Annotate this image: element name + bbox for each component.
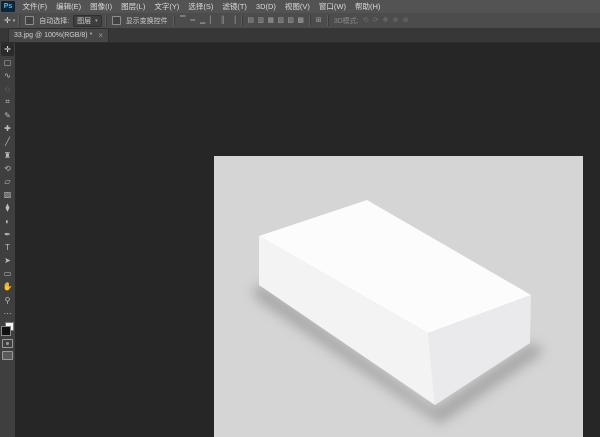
foreground-color-swatch[interactable] [1, 326, 11, 336]
edit-toolbar-button[interactable]: ⋯ [1, 307, 14, 320]
box-mockup-image [214, 156, 583, 437]
menu-image[interactable]: 图像(I) [86, 0, 117, 13]
document-canvas[interactable] [214, 156, 583, 437]
blur-tool[interactable]: ⧫ [1, 201, 14, 214]
eyedropper-tool[interactable]: ✎ [1, 109, 14, 122]
menu-type[interactable]: 文字(Y) [150, 0, 184, 13]
quick-selection-tool[interactable]: ◌ [1, 83, 14, 96]
lasso-tool[interactable]: ∿ [1, 69, 14, 82]
color-swatches[interactable] [1, 322, 14, 336]
3d-scale-icon[interactable]: ⊗ [401, 14, 411, 27]
gradient-tool[interactable]: ▧ [1, 188, 14, 201]
separator [327, 15, 329, 26]
menu-view[interactable]: 视图(V) [280, 0, 314, 13]
distribute-top-edges-icon[interactable]: ▤ [246, 14, 256, 27]
align-left-edges-icon[interactable]: ▏ [208, 14, 218, 27]
auto-align-layers-icon[interactable]: ⊞ [314, 14, 324, 27]
separator [241, 15, 243, 26]
auto-select-label: 自动选择: [39, 16, 69, 26]
menu-select[interactable]: 选择(S) [184, 0, 218, 13]
show-transform-checkbox[interactable] [112, 16, 121, 25]
photoshop-window: Ps 文件(F) 编辑(E) 图像(I) 图层(L) 文字(Y) 选择(S) 滤… [0, 0, 600, 437]
tool-options-bar: ✛ ▾ 自动选择: 图层 ▾ 显示变换控件 ▔ ═ ▁ ▏ ║ ▕ ▤ ▥ ▦ … [0, 13, 600, 28]
history-brush-tool[interactable]: ⟲ [1, 162, 14, 175]
photoshop-logo: Ps [1, 1, 15, 12]
type-tool[interactable]: T [1, 241, 14, 254]
dodge-tool[interactable]: ◐ [1, 214, 14, 227]
rectangle-tool[interactable]: ▭ [1, 267, 14, 280]
menu-window[interactable]: 窗口(W) [314, 0, 350, 13]
menu-3d[interactable]: 3D(D) [251, 0, 280, 13]
crop-tool[interactable]: ⌗ [1, 96, 14, 109]
active-tool-badge[interactable]: ✛ ▾ [4, 16, 15, 25]
workspace [15, 43, 600, 437]
separator [309, 15, 311, 26]
auto-select-value: 图层 [77, 16, 91, 26]
zoom-tool[interactable]: ⚲ [1, 294, 14, 307]
auto-select-dropdown[interactable]: 图层 ▾ [73, 15, 102, 27]
3d-roll-icon[interactable]: ⟳ [371, 14, 381, 27]
brush-tool[interactable]: ╱ [1, 135, 14, 148]
align-horizontal-centers-icon[interactable]: ║ [218, 14, 228, 27]
menu-layer[interactable]: 图层(L) [117, 0, 150, 13]
eraser-tool[interactable]: ▱ [1, 175, 14, 188]
align-top-edges-icon[interactable]: ▔ [178, 14, 188, 27]
auto-select-checkbox[interactable] [25, 16, 34, 25]
menu-help[interactable]: 帮助(H) [351, 0, 385, 13]
quick-mask-button[interactable] [2, 339, 13, 348]
tools-panel: ✛ ▢ ∿ ◌ ⌗ ✎ ✚ ╱ ♜ ⟲ ▱ ▧ ⧫ ◐ ✒ T ➤ ▭ ✋ ⚲ … [0, 43, 15, 437]
align-right-edges-icon[interactable]: ▕ [228, 14, 238, 27]
chevron-down-icon: ▾ [95, 18, 98, 24]
show-transform-label: 显示变换控件 [126, 16, 168, 26]
menu-bar: Ps 文件(F) 编辑(E) 图像(I) 图层(L) 文字(Y) 选择(S) 滤… [0, 0, 600, 13]
clone-stamp-tool[interactable]: ♜ [1, 149, 14, 162]
3d-rotate-icon[interactable]: ⟲ [361, 14, 371, 27]
distribute-left-edges-icon[interactable]: ▧ [276, 14, 286, 27]
move-tool[interactable]: ✛ [1, 43, 14, 56]
screen-mode-button[interactable] [2, 351, 13, 360]
close-icon[interactable]: × [98, 31, 103, 40]
chevron-down-icon: ▾ [13, 18, 16, 24]
move-tool-icon: ✛ [4, 16, 11, 25]
path-selection-tool[interactable]: ➤ [1, 254, 14, 267]
hand-tool[interactable]: ✋ [1, 280, 14, 293]
separator [18, 15, 20, 26]
3d-pan-icon[interactable]: ✥ [381, 14, 391, 27]
distribute-right-edges-icon[interactable]: ▩ [296, 14, 306, 27]
menu-edit[interactable]: 编辑(E) [52, 0, 86, 13]
rectangular-marquee-tool[interactable]: ▢ [1, 56, 14, 69]
separator [105, 15, 107, 26]
distribute-bottom-edges-icon[interactable]: ▦ [266, 14, 276, 27]
3d-slide-icon[interactable]: ⊕ [391, 14, 401, 27]
pen-tool[interactable]: ✒ [1, 228, 14, 241]
menu-file[interactable]: 文件(F) [18, 0, 52, 13]
distribute-vertical-centers-icon[interactable]: ▥ [256, 14, 266, 27]
separator [173, 15, 175, 26]
document-tab-title: 33.jpg @ 100%(RGB/8) * [14, 32, 92, 39]
align-bottom-edges-icon[interactable]: ▁ [198, 14, 208, 27]
align-vertical-centers-icon[interactable]: ═ [188, 14, 198, 27]
spot-healing-brush-tool[interactable]: ✚ [1, 122, 14, 135]
3d-mode-label: 3D模式: [334, 16, 359, 26]
tab-strip: 33.jpg @ 100%(RGB/8) * × [0, 28, 600, 43]
document-tab[interactable]: 33.jpg @ 100%(RGB/8) * × [8, 28, 109, 42]
distribute-horizontal-centers-icon[interactable]: ▨ [286, 14, 296, 27]
menu-filter[interactable]: 滤镜(T) [218, 0, 252, 13]
